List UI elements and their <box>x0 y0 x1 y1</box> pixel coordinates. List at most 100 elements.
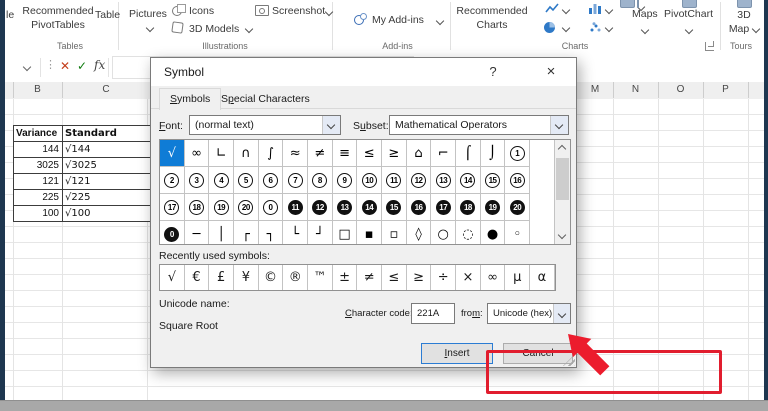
symbol-cell[interactable]: √ <box>160 140 185 167</box>
symbol-cell[interactable]: ◦ <box>505 221 531 244</box>
chevron-down-icon[interactable] <box>751 24 761 34</box>
recent-symbol-cell[interactable]: ± <box>333 265 358 290</box>
icons-button[interactable]: Icons <box>189 5 214 17</box>
symbol-cell[interactable]: 5 <box>234 167 259 194</box>
symbol-cell[interactable]: ○ <box>431 221 457 244</box>
symbol-cell[interactable]: 20 <box>234 194 259 221</box>
scrollbar-thumb[interactable] <box>556 158 570 200</box>
table-cell[interactable]: 225 <box>14 190 63 206</box>
help-button[interactable]: ? <box>480 63 506 81</box>
symbol-cell[interactable]: 10 <box>357 167 383 194</box>
table-cell[interactable]: √3025 <box>63 158 152 174</box>
symbol-cell[interactable]: ┐ <box>258 221 284 244</box>
symbol-cell[interactable]: ⌂ <box>406 140 432 167</box>
recent-symbol-cell[interactable]: ® <box>283 265 309 290</box>
symbol-cell[interactable]: ▫ <box>382 221 407 244</box>
recent-symbol-cell[interactable]: ¥ <box>234 265 259 290</box>
treemap-chart-icon-cut[interactable] <box>620 0 635 8</box>
maps-button[interactable]: Maps <box>632 8 658 20</box>
name-box-chevron-icon[interactable] <box>22 62 32 72</box>
subset-dropdown[interactable]: Mathematical Operators <box>389 115 569 135</box>
symbol-cell[interactable]: ≤ <box>357 140 383 167</box>
table-header-cell[interactable]: Variance <box>14 126 63 142</box>
symbol-cell[interactable]: 16 <box>406 194 432 221</box>
symbol-cell[interactable]: 11 <box>382 167 407 194</box>
dropdown-button[interactable] <box>553 304 570 323</box>
recent-symbol-cell[interactable]: ∞ <box>481 265 506 290</box>
symbol-cell[interactable]: ◊ <box>406 221 432 244</box>
chevron-down-icon[interactable] <box>604 23 614 33</box>
charts-dialog-launcher-icon[interactable] <box>705 41 714 51</box>
recent-symbol-cell[interactable]: ≠ <box>357 265 383 290</box>
symbol-cell[interactable]: ▪ <box>357 221 383 244</box>
symbol-cell[interactable]: 18 <box>184 194 210 221</box>
symbol-cell[interactable]: ≡ <box>332 140 358 167</box>
table-cell[interactable]: √121 <box>63 174 152 190</box>
symbol-cell[interactable]: ┌ <box>234 221 259 244</box>
symbol-cell[interactable]: 0 <box>160 221 185 244</box>
column-header-n[interactable]: N <box>613 82 659 98</box>
pivotchart-button[interactable]: PivotChart <box>664 8 713 20</box>
scroll-down-button[interactable] <box>555 229 570 244</box>
symbol-cell[interactable]: 14 <box>456 167 481 194</box>
symbol-cell[interactable]: ∟ <box>209 140 235 167</box>
symbol-cell[interactable]: 4 <box>209 167 235 194</box>
close-button[interactable]: × <box>538 63 564 81</box>
chevron-down-icon[interactable] <box>244 24 254 34</box>
from-dropdown[interactable]: Unicode (hex) <box>487 303 571 324</box>
recommended-pivottables-button[interactable]: Recommended PivotTables <box>20 4 96 32</box>
tab-symbols[interactable]: Symbols <box>159 88 222 110</box>
symbol-cell[interactable]: 2 <box>160 167 185 194</box>
recent-symbol-cell[interactable]: × <box>456 265 481 290</box>
recent-symbol-cell[interactable]: ≥ <box>407 265 432 290</box>
symbol-cell[interactable]: 18 <box>456 194 481 221</box>
symbol-cell[interactable]: ● <box>480 221 506 244</box>
symbol-cell[interactable]: │ <box>209 221 235 244</box>
table-cell[interactable]: 100 <box>14 206 63 222</box>
symbol-cell[interactable]: 12 <box>308 194 333 221</box>
symbol-cell[interactable]: ⌐ <box>431 140 457 167</box>
column-header[interactable] <box>748 82 764 98</box>
3d-map-button[interactable]: 3D Map <box>725 8 763 36</box>
symbol-cell[interactable]: └ <box>283 221 309 244</box>
table-button[interactable]: Table <box>95 9 120 21</box>
pie-chart-icon[interactable] <box>543 21 556 34</box>
dropdown-button[interactable] <box>322 116 340 134</box>
chevron-down-icon[interactable] <box>684 25 694 35</box>
character-code-input[interactable]: 221A <box>411 303 455 324</box>
line-chart-icon[interactable] <box>545 3 559 14</box>
symbol-cell[interactable]: ┘ <box>308 221 333 244</box>
symbol-cell[interactable]: 7 <box>283 167 309 194</box>
chevron-down-icon[interactable] <box>640 25 650 35</box>
dialog-title-bar[interactable]: Symbol ? × <box>151 58 576 86</box>
symbol-cell[interactable]: 11 <box>283 194 309 221</box>
symbol-cell[interactable]: 12 <box>406 167 432 194</box>
drag-handle-icon[interactable]: ⋮ <box>45 58 56 71</box>
symbol-cell[interactable]: ≈ <box>283 140 309 167</box>
cut-ribbon-item[interactable]: le <box>6 9 14 21</box>
symbol-cell[interactable]: ⌡ <box>480 140 506 167</box>
symbol-cell[interactable]: ∩ <box>234 140 259 167</box>
scroll-up-button[interactable] <box>555 140 570 155</box>
chevron-down-icon[interactable] <box>435 16 445 26</box>
symbol-cell[interactable]: 15 <box>382 194 407 221</box>
table-cell[interactable]: √100 <box>63 206 152 222</box>
recent-symbol-cell[interactable]: ≤ <box>382 265 407 290</box>
font-dropdown[interactable]: (normal text) <box>189 115 341 135</box>
screenshot-button[interactable]: Screenshot <box>272 5 325 17</box>
column-header-c[interactable]: C <box>62 82 151 98</box>
symbol-cell[interactable]: ─ <box>184 221 210 244</box>
column-header-p[interactable]: P <box>703 82 749 98</box>
column-header-m[interactable]: M <box>577 82 614 98</box>
confirm-entry-icon[interactable]: ✓ <box>77 59 87 73</box>
tab-special-characters[interactable]: Special Characters <box>211 90 320 109</box>
pictures-button[interactable]: Pictures <box>129 8 167 20</box>
recent-symbol-cell[interactable]: € <box>185 265 210 290</box>
recent-symbol-cell[interactable]: √ <box>160 265 185 290</box>
recent-symbol-cell[interactable]: ™ <box>308 265 333 290</box>
symbol-cell[interactable]: 6 <box>258 167 284 194</box>
symbol-cell[interactable]: 1 <box>505 140 531 167</box>
cancel-entry-icon[interactable]: ✕ <box>60 59 70 73</box>
symbol-cell[interactable]: 15 <box>480 167 506 194</box>
symbol-cell[interactable]: 16 <box>505 167 531 194</box>
